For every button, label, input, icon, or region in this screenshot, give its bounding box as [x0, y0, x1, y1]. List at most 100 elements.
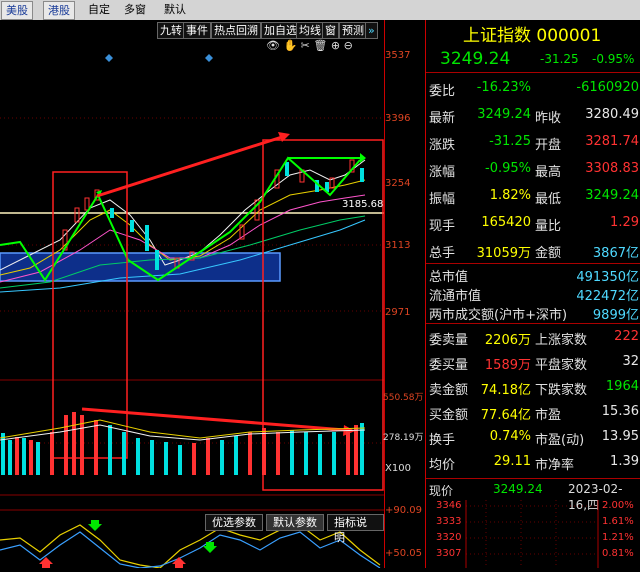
quote-row: 振幅 1.82% 最低 3249.24	[426, 184, 640, 208]
zoom-out-icon[interactable]: ⊖	[344, 39, 353, 52]
kline-chart-area[interactable]: 九转 事件 热点回溯 加自选 均线 窗 预测 » 👁 ✋ ✂ 🗑 ⊕ ⊖ 318…	[0, 20, 384, 569]
quote-row: 涨跌 -31.25 开盘 3281.74	[426, 130, 640, 154]
quote-value: -6160920	[576, 80, 639, 95]
quote-value: -16.23%	[476, 80, 531, 95]
button-events[interactable]: 事件	[183, 22, 211, 39]
quote-value: 1964	[605, 379, 639, 394]
delete-icon[interactable]: 🗑	[313, 39, 327, 52]
quote-row: 买金额 77.64亿 市盈 15.36	[426, 400, 640, 424]
button-window[interactable]: 窗	[322, 22, 339, 39]
quote-value: -0.95%	[485, 161, 531, 176]
quote-value: 3280.49	[585, 107, 639, 122]
quote-row: 总手 31059万 金额 3867亿	[426, 238, 640, 262]
tab-indicator-help[interactable]: 指标说明	[327, 514, 384, 544]
event-marker-icon	[105, 54, 113, 62]
quote-label: 市净率	[535, 458, 575, 473]
quote-label: 总手	[429, 246, 456, 261]
mini-pct-tick: 2.00%	[602, 500, 634, 511]
tab-custom[interactable]: 自定	[84, 1, 114, 18]
event-marker-icon	[205, 54, 213, 62]
quote-label: 涨幅	[429, 165, 456, 180]
mini-price-tick: 3346	[436, 500, 462, 511]
quote-value: 2206万	[484, 333, 531, 348]
kline-chart-svg	[0, 54, 384, 569]
trend-arrow-upper	[96, 135, 283, 198]
market-value: 422472亿	[576, 289, 639, 304]
tab-default-params[interactable]: 默认参数	[266, 514, 324, 531]
button-nine-turn[interactable]: 九转	[157, 22, 185, 39]
current-price-value: 3249.24	[493, 482, 543, 496]
quote-row: 委比 -16.23% -6160920	[426, 76, 640, 100]
quote-value: -31.25	[489, 134, 531, 149]
price-level-label: 3185.68	[342, 199, 384, 210]
mini-pct-tick: 1.21%	[602, 532, 634, 543]
quote-label: 委比	[429, 84, 456, 99]
quote-row: 最新 3249.24 昨收 3280.49	[426, 103, 640, 127]
quote-row: 换手 0.74% 市盈(动) 13.95	[426, 425, 640, 449]
price-change: -31.25	[540, 52, 579, 66]
zoom-in-icon[interactable]: ⊕	[331, 39, 340, 52]
mini-intraday-chart[interactable]: 3346 3333 3320 3307 2.00% 1.61% 1.21% 0.…	[426, 500, 640, 568]
volume-tick: 550.58万	[383, 393, 424, 403]
market-value: 9899亿	[592, 308, 639, 323]
quote-label: 委买量	[429, 358, 469, 373]
quote-value: 0.74%	[489, 429, 531, 444]
button-moving-average[interactable]: 均线	[296, 22, 324, 39]
quote-value: 1.29	[610, 215, 639, 230]
quote-label: 平盘家数	[535, 358, 588, 373]
quote-label: 涨跌	[429, 138, 456, 153]
toolbar-more-button[interactable]: »	[365, 22, 378, 39]
tab-us-stocks[interactable]: 美股	[1, 1, 33, 20]
quote-label: 现手	[429, 219, 456, 234]
index-title: 上证指数 000001	[463, 26, 602, 46]
quote-value: 222	[614, 329, 639, 344]
price-tick: 3537	[385, 50, 411, 61]
quote-value: 74.18亿	[480, 383, 531, 398]
market-row: 流通市值 422472亿	[426, 284, 640, 304]
mini-pct-tick: 1.61%	[602, 516, 634, 527]
indicator-tick: +50.05	[385, 548, 423, 559]
quote-value: 165420	[481, 215, 531, 230]
tab-default[interactable]: 默认	[160, 1, 190, 18]
cut-icon[interactable]: ✂	[301, 39, 310, 52]
eye-icon[interactable]: 👁	[266, 39, 280, 52]
tab-multi-window[interactable]: 多窗	[120, 1, 150, 18]
quote-row: 现手 165420 量比 1.29	[426, 211, 640, 235]
current-price-label: 现价	[429, 484, 454, 498]
tab-hk-stocks[interactable]: 港股	[43, 1, 75, 20]
indicator-tick: +90.09	[385, 505, 423, 516]
quote-value: 3249.24	[477, 107, 531, 122]
volume-ma-line	[0, 419, 366, 439]
quote-row: 委买量 1589万 平盘家数 32	[426, 350, 640, 374]
quote-value: 3308.83	[585, 161, 639, 176]
quote-row: 卖金额 74.18亿 下跌家数 1964	[426, 375, 640, 399]
quote-value: 1.82%	[489, 188, 531, 203]
button-hotspot-review[interactable]: 热点回溯	[211, 22, 261, 39]
quote-value: 13.95	[601, 429, 639, 444]
quote-label: 市盈	[535, 408, 562, 423]
current-price: 3249.24	[440, 49, 511, 69]
tab-optimal-params[interactable]: 优选参数	[205, 514, 263, 531]
market-value: 491350亿	[576, 270, 639, 285]
button-add-watchlist[interactable]: 加自选	[261, 22, 300, 39]
quote-value: 29.11	[493, 454, 531, 469]
quote-label: 量比	[535, 219, 562, 234]
quote-row: 涨幅 -0.95% 最高 3308.83	[426, 157, 640, 181]
buy-signal-arrow-icon	[172, 557, 186, 568]
quote-value: 3249.24	[585, 188, 639, 203]
button-forecast[interactable]: 预测	[339, 22, 367, 39]
market-label: 流通市值	[429, 289, 482, 304]
market-row: 两市成交额(沪市+深市) 9899亿	[426, 303, 640, 323]
price-axis: 3537 3396 3254 3113 2971 550.58万 278.19万…	[383, 20, 425, 568]
market-label: 总市值	[429, 270, 469, 285]
quote-label: 上涨家数	[535, 333, 588, 348]
sell-signal-arrow-icon	[88, 520, 102, 531]
quote-label: 卖金额	[429, 383, 469, 398]
quote-value: 15.36	[601, 404, 639, 419]
price-tick: 2971	[385, 307, 411, 318]
mini-price-tick: 3333	[436, 516, 462, 527]
quote-label: 开盘	[535, 138, 562, 153]
hand-icon[interactable]: ✋	[283, 39, 297, 52]
mini-price-tick: 3320	[436, 532, 462, 543]
quote-label: 均价	[429, 458, 456, 473]
